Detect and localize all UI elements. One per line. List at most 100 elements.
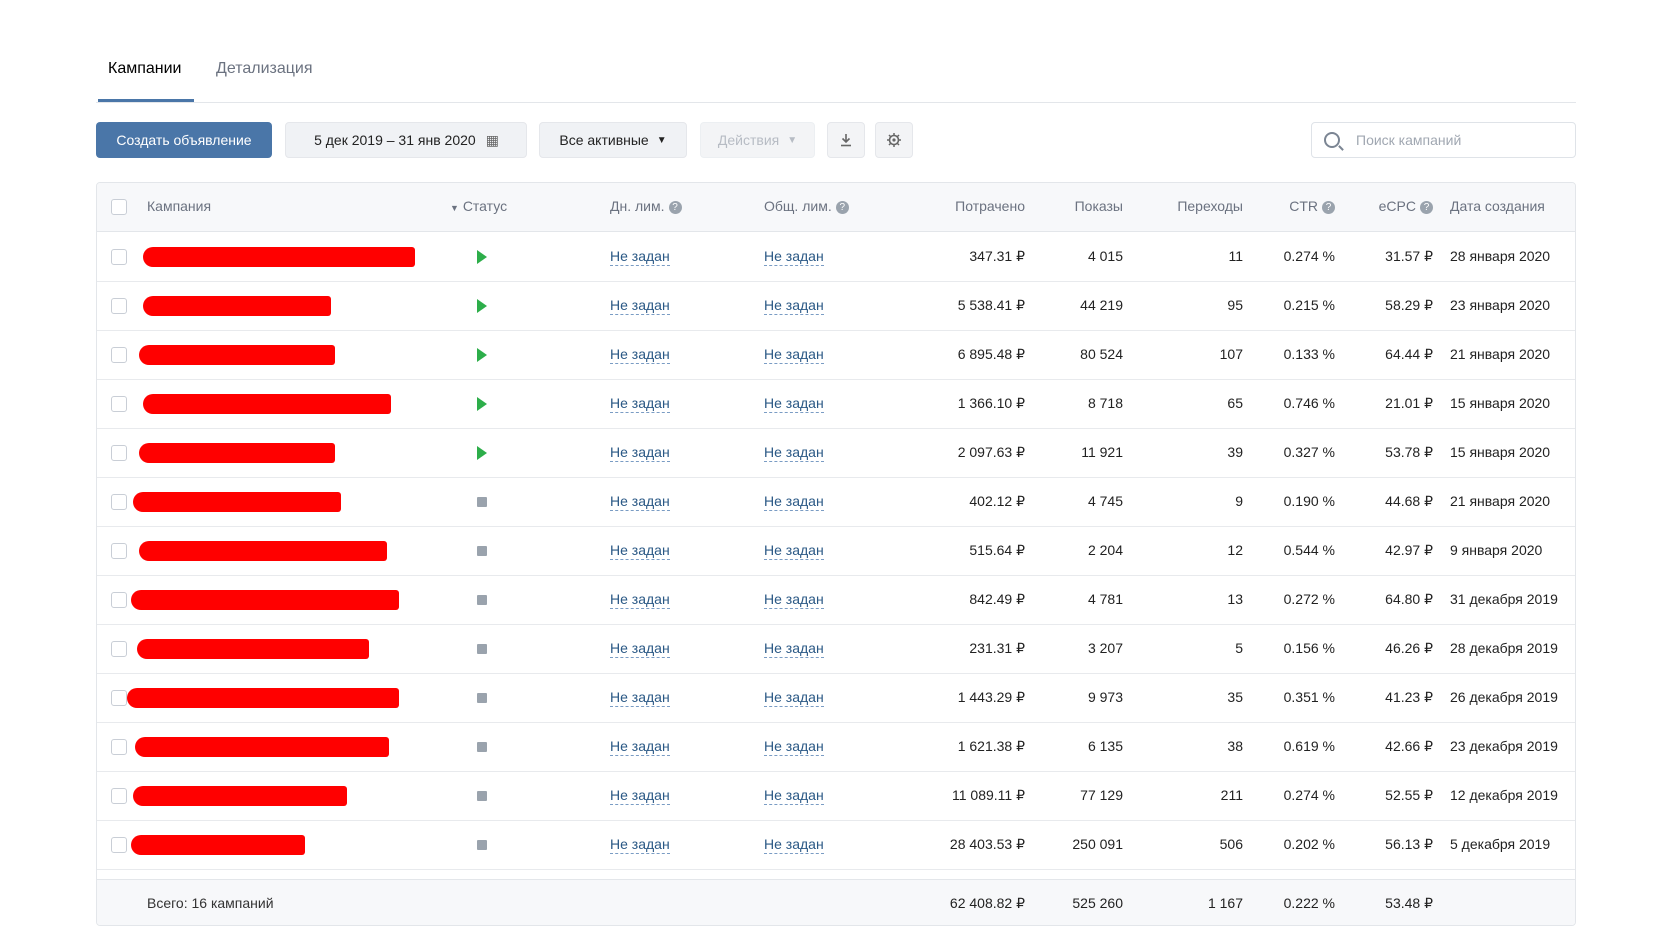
- play-icon[interactable]: [477, 250, 487, 264]
- download-button[interactable]: [827, 122, 865, 158]
- redacted-campaign-name[interactable]: [131, 835, 305, 855]
- daily-limit-link[interactable]: Не задан: [610, 836, 670, 854]
- daily-limit-link[interactable]: Не задан: [610, 738, 670, 756]
- redacted-campaign-name[interactable]: [139, 345, 335, 365]
- header-campaign[interactable]: Кампания: [147, 198, 211, 214]
- total-limit-link[interactable]: Не задан: [764, 640, 824, 658]
- table-row[interactable]: Не задан Не задан 515.64 ₽ 2 204 12 0.544 % 42…: [97, 527, 1575, 576]
- table-row[interactable]: Не задан Не задан 231.31 ₽ 3 207 5 0.156 % 46.…: [97, 625, 1575, 674]
- stop-icon[interactable]: [477, 693, 487, 703]
- header-daily-limit[interactable]: Дн. лим.?: [610, 198, 682, 214]
- header-ecpc[interactable]: eCPC?: [1337, 198, 1433, 214]
- total-limit-link[interactable]: Не задан: [764, 395, 824, 413]
- total-limit-link[interactable]: Не задан: [764, 689, 824, 707]
- row-checkbox[interactable]: [111, 249, 127, 265]
- play-icon[interactable]: [477, 397, 487, 411]
- settings-button[interactable]: [875, 122, 913, 158]
- stop-icon[interactable]: [477, 644, 487, 654]
- daily-limit-link[interactable]: Не задан: [610, 297, 670, 315]
- tab-campaigns[interactable]: Кампании: [108, 60, 182, 78]
- daily-limit-link[interactable]: Не задан: [610, 395, 670, 413]
- row-checkbox[interactable]: [111, 396, 127, 412]
- create-ad-button[interactable]: Создать объявление: [96, 122, 272, 158]
- table-row[interactable]: Не задан Не задан 28 403.53 ₽ 250 091 506 0.2…: [97, 821, 1575, 870]
- table-row[interactable]: Не задан Не задан 402.12 ₽ 4 745 9 0.190 % 44.…: [97, 478, 1575, 527]
- daily-limit-link[interactable]: Не задан: [610, 689, 670, 707]
- help-icon[interactable]: ?: [835, 201, 849, 214]
- table-row[interactable]: Не задан Не задан 5 538.41 ₽ 44 219 95 0.215 …: [97, 282, 1575, 331]
- redacted-campaign-name[interactable]: [127, 688, 399, 708]
- total-limit-link[interactable]: Не задан: [764, 346, 824, 364]
- row-checkbox[interactable]: [111, 641, 127, 657]
- row-checkbox[interactable]: [111, 347, 127, 363]
- row-checkbox[interactable]: [111, 690, 127, 706]
- table-row[interactable]: Не задан Не задан 2 097.63 ₽ 11 921 39 0.327 …: [97, 429, 1575, 478]
- daily-limit-link[interactable]: Не задан: [610, 493, 670, 511]
- daily-limit-link[interactable]: Не задан: [610, 542, 670, 560]
- total-limit-link[interactable]: Не задан: [764, 836, 824, 854]
- table-row[interactable]: Не задан Не задан 1 443.29 ₽ 9 973 35 0.351 %…: [97, 674, 1575, 723]
- total-limit-link[interactable]: Не задан: [764, 297, 824, 315]
- daily-limit-link[interactable]: Не задан: [610, 787, 670, 805]
- redacted-campaign-name[interactable]: [133, 492, 341, 512]
- row-checkbox[interactable]: [111, 298, 127, 314]
- stop-icon[interactable]: [477, 595, 487, 605]
- header-total-limit[interactable]: Общ. лим.?: [764, 198, 849, 214]
- table-row[interactable]: Не задан Не задан 1 366.10 ₽ 8 718 65 0.746 %…: [97, 380, 1575, 429]
- table-row[interactable]: Не задан Не задан 11 089.11 ₽ 77 129 211 0.27…: [97, 772, 1575, 821]
- total-limit-link[interactable]: Не задан: [764, 591, 824, 609]
- header-created[interactable]: Дата создания: [1450, 198, 1545, 214]
- play-icon[interactable]: [477, 299, 487, 313]
- table-row[interactable]: Не задан Не задан 1 621.38 ₽ 6 135 38 0.619 %…: [97, 723, 1575, 772]
- actions-dropdown[interactable]: Действия ▼: [700, 122, 815, 158]
- daily-limit-link[interactable]: Не задан: [610, 591, 670, 609]
- stop-icon[interactable]: [477, 840, 487, 850]
- total-limit-link[interactable]: Не задан: [764, 493, 824, 511]
- table-row[interactable]: Не задан Не задан 6 895.48 ₽ 80 524 107 0.133…: [97, 331, 1575, 380]
- row-checkbox[interactable]: [111, 788, 127, 804]
- help-icon[interactable]: ?: [668, 201, 682, 214]
- redacted-campaign-name[interactable]: [131, 590, 399, 610]
- redacted-campaign-name[interactable]: [143, 394, 391, 414]
- play-icon[interactable]: [477, 348, 487, 362]
- tab-details[interactable]: Детализация: [216, 60, 313, 78]
- play-icon[interactable]: [477, 446, 487, 460]
- total-limit-link[interactable]: Не задан: [764, 444, 824, 462]
- select-all-checkbox[interactable]: [111, 199, 127, 215]
- stop-icon[interactable]: [477, 497, 487, 507]
- redacted-campaign-name[interactable]: [137, 639, 369, 659]
- stop-icon[interactable]: [477, 791, 487, 801]
- total-limit-link[interactable]: Не задан: [764, 542, 824, 560]
- daily-limit-link[interactable]: Не задан: [610, 248, 670, 266]
- stop-icon[interactable]: [477, 742, 487, 752]
- redacted-campaign-name[interactable]: [133, 786, 347, 806]
- stop-icon[interactable]: [477, 546, 487, 556]
- row-checkbox[interactable]: [111, 739, 127, 755]
- daily-limit-link[interactable]: Не задан: [610, 444, 670, 462]
- redacted-campaign-name[interactable]: [143, 247, 415, 267]
- campaign-search[interactable]: [1311, 122, 1576, 158]
- header-spent[interactable]: Потрачено: [897, 198, 1025, 214]
- row-checkbox[interactable]: [111, 445, 127, 461]
- status-filter-dropdown[interactable]: Все активные ▼: [539, 122, 687, 158]
- total-limit-link[interactable]: Не задан: [764, 248, 824, 266]
- help-icon[interactable]: ?: [1420, 201, 1433, 214]
- total-limit-link[interactable]: Не задан: [764, 738, 824, 756]
- search-input[interactable]: [1354, 131, 1558, 149]
- daily-limit-link[interactable]: Не задан: [610, 346, 670, 364]
- header-status[interactable]: ▼ Статус: [450, 198, 507, 214]
- row-checkbox[interactable]: [111, 837, 127, 853]
- daily-limit-link[interactable]: Не задан: [610, 640, 670, 658]
- redacted-campaign-name[interactable]: [139, 541, 387, 561]
- header-ctr[interactable]: CTR?: [1247, 198, 1335, 214]
- table-row[interactable]: Не задан Не задан 347.31 ₽ 4 015 11 0.274 % 31…: [97, 233, 1575, 282]
- total-limit-link[interactable]: Не задан: [764, 787, 824, 805]
- redacted-campaign-name[interactable]: [139, 443, 335, 463]
- date-range-picker[interactable]: 5 дек 2019 – 31 янв 2020 ▦: [285, 122, 527, 158]
- header-clicks[interactable]: Переходы: [1127, 198, 1243, 214]
- header-impressions[interactable]: Показы: [1027, 198, 1123, 214]
- row-checkbox[interactable]: [111, 494, 127, 510]
- help-icon[interactable]: ?: [1322, 201, 1335, 214]
- redacted-campaign-name[interactable]: [143, 296, 331, 316]
- table-row[interactable]: Не задан Не задан 842.49 ₽ 4 781 13 0.272 % 64…: [97, 576, 1575, 625]
